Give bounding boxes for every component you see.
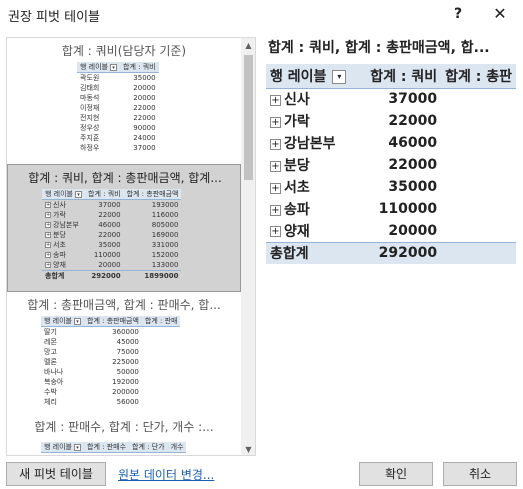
filter-dropdown-icon: ▾	[74, 443, 81, 451]
filter-dropdown-icon: ▾	[75, 190, 82, 198]
expand-icon: +	[270, 116, 281, 128]
list-scrollbar[interactable]: ▲ ▼	[241, 38, 255, 455]
close-icon[interactable]: ✕	[486, 2, 514, 26]
cancel-button[interactable]: 취소	[443, 462, 517, 486]
row-label-header: 행 레이블	[270, 68, 327, 85]
pivot-card-table: 행 레이블 ▾ 합계 : 판매수 합계 : 단가 개수	[41, 442, 187, 453]
new-pivot-table-button[interactable]: 새 피벗 테이블	[6, 462, 106, 486]
preview-row: + 강남본부 46000	[270, 135, 438, 152]
preview-title: 합계 : 쿼비, 합계 : 총판매금액, 합...	[268, 40, 490, 56]
filter-dropdown-icon: ▾	[74, 317, 81, 325]
pivot-card-4[interactable]: 합계 : 판매수, 합계 : 단가, 개수 :... 행 레이블 ▾ 합계 : 판…	[7, 414, 241, 455]
sum-header: 합계 : 쿼비	[359, 64, 442, 89]
scroll-down-icon[interactable]: ▼	[241, 442, 255, 455]
pivot-card-1[interactable]: 합계 : 쿼비(담당자 기준) 행 레이블 ▾ 합계 : 쿼비 곽도원 35000 …	[7, 38, 241, 164]
title-bar: 권장 피벗 테이블 ? ✕	[0, 0, 523, 30]
expand-icon: +	[45, 232, 51, 238]
preview-row: + 분당 22000	[270, 157, 438, 174]
expand-icon: +	[45, 222, 51, 228]
expand-icon: +	[270, 182, 281, 194]
preview-table: 행 레이블 ▾ 합계 : 쿼비 합계 : 총판 + 신사 37000 + 가락 22000…	[266, 64, 516, 264]
ok-button[interactable]: 확인	[359, 462, 433, 486]
scroll-up-icon[interactable]: ▲	[241, 38, 255, 53]
window-title: 권장 피벗 테이블	[8, 10, 100, 25]
change-source-data-link[interactable]: 원본 데이터 변경...	[118, 466, 214, 483]
filter-dropdown-icon: ▾	[110, 63, 117, 71]
expand-icon: +	[45, 242, 51, 248]
pivot-card-title: 합계 : 총판매금액, 합계 : 판매수, 합...	[27, 298, 221, 312]
expand-icon: +	[45, 202, 51, 208]
preview-row: + 송파 110000	[270, 201, 438, 218]
pivot-card-table: 행 레이블 ▾ 합계 : 쿼비 곽도원 35000 김태희 20000 마동석 2000…	[77, 62, 159, 153]
filter-dropdown-icon: ▾	[332, 69, 347, 84]
scroll-thumb[interactable]	[244, 55, 253, 180]
expand-icon: +	[270, 204, 281, 216]
preview-row: + 양재 20000	[270, 222, 438, 240]
expand-icon: +	[45, 252, 51, 258]
help-button[interactable]: ?	[444, 2, 472, 26]
expand-icon: +	[270, 138, 281, 150]
sum-header-2: 합계 : 총판	[441, 64, 516, 89]
pivot-card-title: 합계 : 쿼비, 합계 : 총판매금액, 합계...	[28, 171, 222, 185]
pivot-card-2[interactable]: 합계 : 쿼비, 합계 : 총판매금액, 합계... 행 레이블 ▾ 합계 : 쿼…	[7, 164, 241, 292]
preview-row: + 가락 22000	[270, 113, 438, 130]
expand-icon: +	[270, 160, 281, 172]
pivot-card-3[interactable]: 합계 : 총판매금액, 합계 : 판매수, 합... 행 레이블 ▾ 합계 : 총…	[7, 292, 241, 414]
preview-row: + 신사 37000	[270, 91, 438, 109]
expand-icon: +	[270, 226, 281, 238]
preview-total-row: 총합계 292000	[266, 241, 516, 264]
pivot-card-table: 행 레이블 ▾ 합계 : 쿼비 합계 : 총판매금액 + 신사 37000 193000…	[42, 189, 182, 281]
pivot-card-title: 합계 : 쿼비(담당자 기준)	[61, 44, 187, 58]
recommended-pivot-list[interactable]: 합계 : 쿼비(담당자 기준) 행 레이블 ▾ 합계 : 쿼비 곽도원 35000 …	[6, 37, 256, 456]
pivot-preview: 행 레이블 ▾ 합계 : 쿼비 합계 : 총판 + 신사 37000 + 가락 22000…	[266, 64, 516, 460]
pivot-card-table: 행 레이블 ▾ 합계 : 총판매금액 합계 : 판매 딸기 360000 레몬 450…	[41, 316, 181, 407]
pivot-card-title: 합계 : 판매수, 합계 : 단가, 개수 :...	[34, 420, 214, 434]
expand-icon: +	[45, 262, 51, 268]
preview-row: + 서초 35000	[270, 179, 438, 196]
expand-icon: +	[45, 212, 51, 218]
expand-icon: +	[270, 94, 281, 106]
